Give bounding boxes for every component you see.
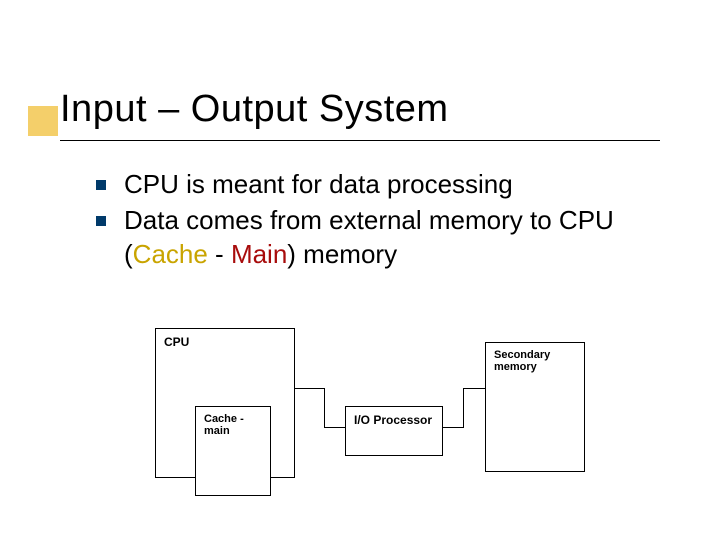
bullet-marker-icon xyxy=(96,216,106,226)
cache-block: Cache - main xyxy=(195,406,271,496)
cache-label: Cache - main xyxy=(204,413,244,437)
diagram-wire xyxy=(324,427,345,428)
bullet-list: CPU is meant for data processing Data co… xyxy=(96,168,656,273)
title-rule xyxy=(60,140,660,141)
diagram-wire xyxy=(463,388,485,389)
bullet-text: Data comes from external memory to CPU (… xyxy=(124,204,656,272)
bullet-item: Data comes from external memory to CPU (… xyxy=(96,204,656,272)
secondary-memory-block: Secondary memory xyxy=(485,342,585,472)
bullet-text: CPU is meant for data processing xyxy=(124,168,656,202)
io-processor-block: I/O Processor xyxy=(345,406,443,456)
diagram-wire xyxy=(463,388,464,428)
bullet-item: CPU is meant for data processing xyxy=(96,168,656,202)
diagram-wire xyxy=(295,388,325,389)
bullet-marker-icon xyxy=(96,180,106,190)
diagram-wire xyxy=(324,388,325,428)
diagram-wire xyxy=(443,427,463,428)
slide-title: Input – Output System xyxy=(60,88,449,131)
memory-label: Secondary memory xyxy=(494,349,550,373)
io-label: I/O Processor xyxy=(354,413,432,427)
io-system-diagram: CPU Cache - main I/O Processor Secondary… xyxy=(155,328,585,498)
cpu-label: CPU xyxy=(164,335,189,349)
accent-block xyxy=(28,106,58,136)
